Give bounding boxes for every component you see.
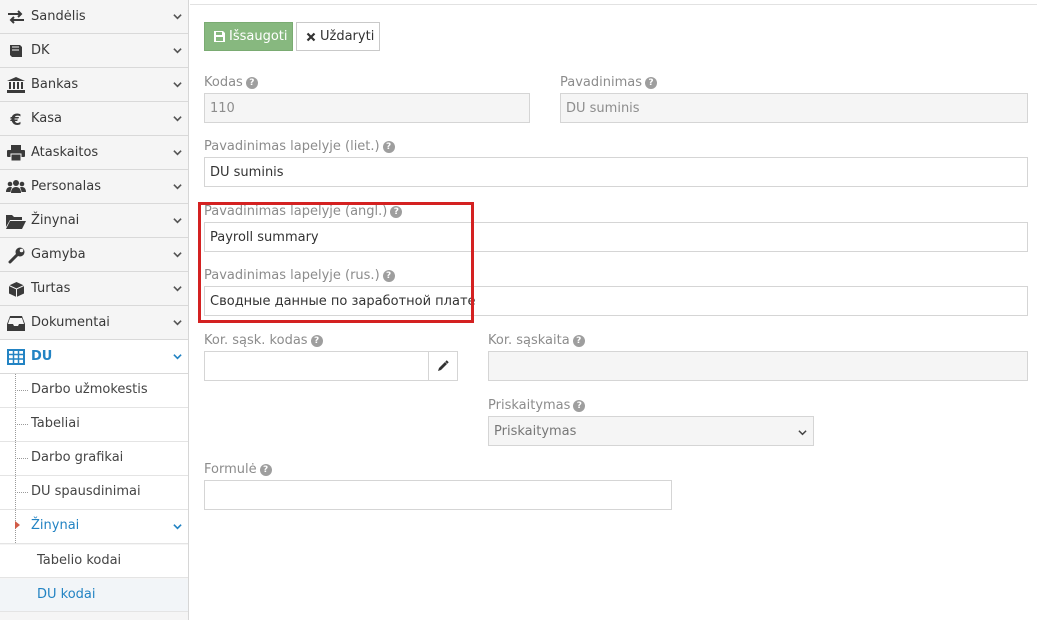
floppy-disk-icon bbox=[214, 31, 225, 42]
chevron-down-icon bbox=[173, 354, 182, 360]
book-icon bbox=[6, 42, 26, 60]
chevron-down-icon bbox=[173, 252, 182, 258]
sidebar-item-turtas[interactable]: Turtas bbox=[0, 272, 188, 306]
exchange-icon bbox=[6, 8, 26, 26]
top-divider bbox=[190, 4, 1037, 5]
sidebar-item-label: Dokumentai bbox=[31, 315, 110, 330]
sidebar-subitem-zinynai[interactable]: Žinynai bbox=[0, 510, 188, 544]
chevron-down-icon bbox=[173, 524, 182, 530]
help-icon[interactable]: ? bbox=[382, 269, 395, 282]
pavadinimas-input[interactable]: DU suminis bbox=[560, 93, 1028, 123]
save-button-label: Išsaugoti bbox=[229, 29, 288, 44]
lapelyje-angl-input[interactable]: Payroll summary bbox=[204, 222, 1028, 252]
kor-kodas-input[interactable] bbox=[204, 351, 429, 381]
sidebar-item-label: Sandėlis bbox=[31, 9, 86, 24]
close-button[interactable]: Uždaryti bbox=[296, 22, 380, 51]
chevron-down-icon bbox=[173, 184, 182, 190]
wrench-icon bbox=[6, 246, 26, 264]
sidebar-item-gamyba[interactable]: Gamyba bbox=[0, 238, 188, 272]
sidebar-subitem-label: Tabeliai bbox=[31, 416, 80, 431]
kor-saskaita-input[interactable] bbox=[488, 351, 1028, 381]
pavadinimas-label: Pavadinimas ? bbox=[560, 75, 657, 90]
sidebar-subitem-label: Žinynai bbox=[31, 518, 80, 533]
chevron-down-icon bbox=[173, 218, 182, 224]
formule-label: Formulė ? bbox=[204, 462, 272, 477]
lapelyje-angl-label: Pavadinimas lapelyje (angl.) ? bbox=[204, 204, 403, 219]
sidebar-item-label: Ataskaitos bbox=[31, 145, 99, 160]
chevron-down-icon bbox=[798, 430, 807, 436]
priskaitymas-select[interactable]: Priskaitymas bbox=[488, 416, 814, 446]
kodas-label: Kodas ? bbox=[204, 75, 258, 90]
print-icon bbox=[6, 144, 26, 162]
sidebar-subitem-label: Darbo grafikai bbox=[31, 450, 124, 465]
euro-icon: € bbox=[10, 109, 22, 129]
sidebar-item-bankas[interactable]: Bankas bbox=[0, 68, 188, 102]
chevron-down-icon bbox=[173, 14, 182, 20]
sidebar-subitem-tabeliai[interactable]: Tabeliai bbox=[0, 408, 188, 442]
help-icon[interactable]: ? bbox=[259, 463, 272, 476]
help-icon[interactable]: ? bbox=[382, 140, 395, 153]
caret-right-icon bbox=[15, 521, 20, 529]
chevron-down-icon bbox=[173, 150, 182, 156]
sidebar: Sandėlis DK Bankas € Kasa Ataskaitos Per… bbox=[0, 0, 189, 620]
sidebar-item-kasa[interactable]: € Kasa bbox=[0, 102, 188, 136]
priskaitymas-label: Priskaitymas ? bbox=[488, 398, 586, 413]
lapelyje-liet-input[interactable]: DU suminis bbox=[204, 157, 1028, 187]
sidebar-item-du[interactable]: DU bbox=[0, 340, 188, 374]
sidebar-item-label: Bankas bbox=[31, 77, 79, 92]
sidebar-subitem-label: DU spausdinimai bbox=[31, 484, 141, 499]
chevron-down-icon bbox=[173, 48, 182, 54]
folder-open-icon bbox=[6, 212, 26, 230]
table-icon bbox=[6, 348, 26, 366]
chevron-down-icon bbox=[173, 320, 182, 326]
sidebar-item-label: Turtas bbox=[31, 281, 71, 296]
help-icon[interactable]: ? bbox=[572, 334, 585, 347]
sidebar-item-ataskaitos[interactable]: Ataskaitos bbox=[0, 136, 188, 170]
chevron-down-icon bbox=[173, 82, 182, 88]
help-icon[interactable]: ? bbox=[310, 334, 323, 347]
sidebar-subitem-du-kodai[interactable]: DU kodai bbox=[0, 579, 188, 612]
help-icon[interactable]: ? bbox=[245, 76, 258, 89]
close-button-label: Uždaryti bbox=[320, 29, 375, 44]
sidebar-subitem-darbo-grafikai[interactable]: Darbo grafikai bbox=[0, 442, 188, 476]
edit-button[interactable] bbox=[428, 351, 458, 381]
help-icon[interactable]: ? bbox=[573, 399, 586, 412]
bank-icon bbox=[6, 76, 26, 94]
sidebar-item-dk[interactable]: DK bbox=[0, 34, 188, 68]
sidebar-item-label: Žinynai bbox=[31, 213, 80, 228]
lapelyje-rus-label: Pavadinimas lapelyje (rus.) ? bbox=[204, 268, 395, 283]
chevron-down-icon bbox=[173, 286, 182, 292]
sidebar-item-dokumentai[interactable]: Dokumentai bbox=[0, 306, 188, 340]
sidebar-item-zinynai[interactable]: Žinynai bbox=[0, 204, 188, 238]
sidebar-subitem-label: Tabelio kodai bbox=[37, 553, 122, 568]
kodas-input[interactable]: 110 bbox=[204, 93, 530, 123]
sidebar-item-label: Gamyba bbox=[31, 247, 86, 262]
lapelyje-liet-label: Pavadinimas lapelyje (liet.) ? bbox=[204, 139, 395, 154]
sidebar-subitem-label: Darbo užmokestis bbox=[31, 382, 148, 397]
pencil-icon bbox=[438, 360, 449, 371]
sidebar-subitem-darbo-uzmokestis[interactable]: Darbo užmokestis bbox=[0, 374, 188, 408]
users-icon bbox=[6, 178, 26, 196]
kor-saskaita-label: Kor. sąskaita ? bbox=[488, 333, 585, 348]
sidebar-item-label: Personalas bbox=[31, 179, 102, 194]
cube-icon bbox=[6, 280, 26, 298]
sidebar-item-label: DK bbox=[31, 43, 50, 58]
chevron-down-icon bbox=[173, 116, 182, 122]
inbox-icon bbox=[6, 314, 26, 332]
sidebar-item-label: DU bbox=[31, 349, 53, 364]
save-button[interactable]: Išsaugoti bbox=[204, 22, 293, 51]
sidebar-item-sandelis[interactable]: Sandėlis bbox=[0, 0, 188, 34]
lapelyje-rus-input[interactable]: Сводные данные по заработной плате bbox=[204, 286, 1028, 316]
help-icon[interactable]: ? bbox=[390, 205, 403, 218]
kor-kodas-label: Kor. sąsk. kodas ? bbox=[204, 333, 323, 348]
sidebar-subitem-tabelio-kodai[interactable]: Tabelio kodai bbox=[0, 545, 188, 578]
formule-input[interactable] bbox=[204, 480, 672, 510]
close-icon bbox=[306, 32, 316, 42]
sidebar-subitem-du-spausdinimai[interactable]: DU spausdinimai bbox=[0, 476, 188, 510]
help-icon[interactable]: ? bbox=[645, 76, 657, 89]
sidebar-subitem-label: DU kodai bbox=[37, 587, 96, 602]
sidebar-item-label: Kasa bbox=[31, 111, 63, 126]
sidebar-item-personalas[interactable]: Personalas bbox=[0, 170, 188, 204]
